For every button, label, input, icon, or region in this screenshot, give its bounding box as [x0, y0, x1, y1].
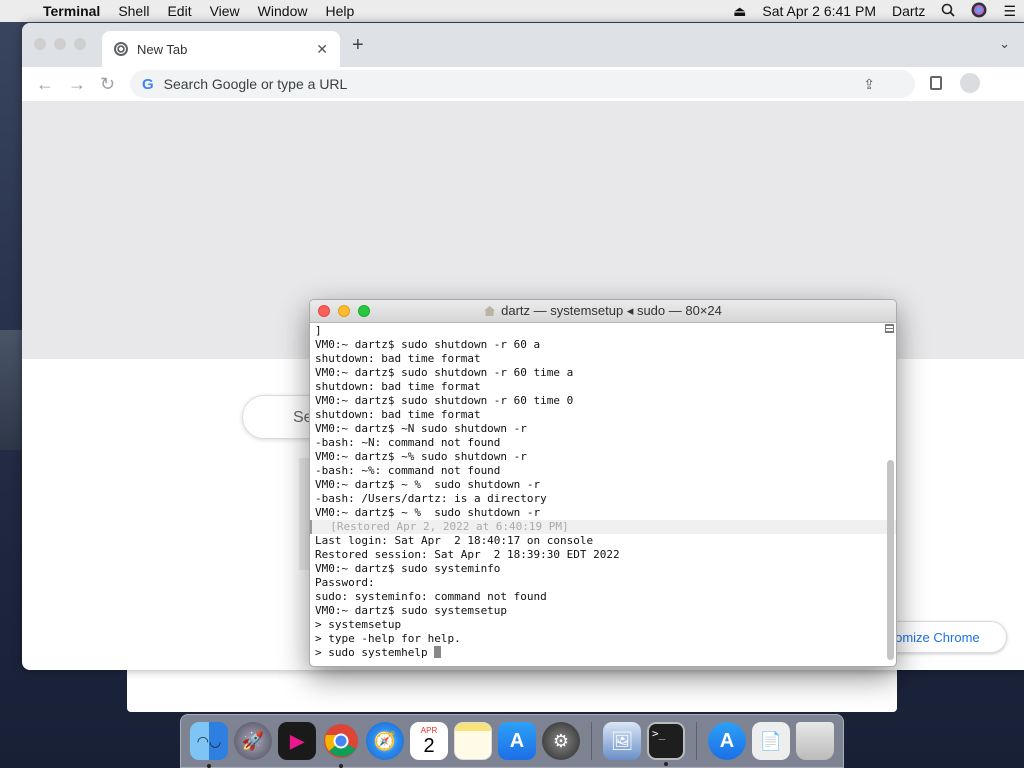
calendar-day: 2	[423, 734, 435, 757]
terminal-scrollbar[interactable]	[887, 460, 894, 660]
menu-clock[interactable]: Sat Apr 2 6:41 PM	[754, 3, 884, 19]
chrome-toolbar: ← → ↻ G Search Google or type a URL ⇪	[22, 67, 1024, 101]
forward-arrow-icon[interactable]: →	[68, 74, 86, 95]
siri-icon[interactable]	[963, 2, 995, 21]
terminal-line: VM0:~ dartz$ sudo shutdown -r 60 time a	[315, 366, 574, 379]
terminal-icon[interactable]: >_	[647, 722, 685, 766]
minimize-window-button[interactable]	[54, 38, 66, 50]
app-store-icon[interactable]: A	[498, 722, 536, 760]
dock-separator	[591, 722, 592, 760]
terminal-current-input: > sudo systemhelp	[315, 646, 435, 659]
preview-icon[interactable]: 🖼	[603, 722, 641, 760]
terminal-line: sudo: systeminfo: command not found	[315, 590, 547, 603]
terminal-line: VM0:~ dartz$ sudo systemsetup	[315, 604, 508, 617]
chrome-icon[interactable]	[322, 722, 360, 768]
terminal-window[interactable]: dartz — systemsetup ◂ sudo — 80×24 ] VM0…	[309, 299, 897, 667]
spotlight-search-icon[interactable]	[933, 3, 963, 20]
terminal-close-button[interactable]	[318, 305, 330, 317]
google-g-icon: G	[142, 75, 154, 93]
chrome-favicon-icon	[114, 42, 128, 56]
text-cursor	[434, 646, 442, 658]
close-tab-icon[interactable]: ✕	[316, 41, 328, 58]
calendar-icon[interactable]: APR 2	[410, 722, 448, 760]
tab-new-tab[interactable]: New Tab ✕	[102, 31, 340, 67]
terminal-window-controls	[318, 305, 370, 317]
background-window-edge	[127, 666, 897, 712]
terminal-line: VM0:~ dartz$ sudo systeminfo	[315, 562, 501, 575]
terminal-line: VM0:~ dartz$ sudo shutdown -r 60 time 0	[315, 394, 574, 407]
terminal-line: ]	[315, 324, 322, 337]
close-window-button[interactable]	[34, 38, 46, 50]
safari-icon[interactable]: 🧭	[366, 722, 404, 760]
terminal-line: VM0:~ dartz$ ~ % sudo shutdown -r	[315, 478, 541, 491]
terminal-line: shutdown: bad time format	[315, 380, 481, 393]
profile-avatar-icon[interactable]	[960, 73, 980, 93]
terminal-line: shutdown: bad time format	[315, 352, 481, 365]
restored-session-marker: [Restored Apr 2, 2022 at 6:40:19 PM]	[310, 520, 896, 534]
menu-view[interactable]: View	[201, 0, 249, 22]
trash-icon[interactable]	[796, 722, 834, 760]
eject-icon[interactable]: ⏏	[725, 3, 754, 20]
desktop-wallpaper-edge	[0, 330, 22, 450]
calendar-month: APR	[420, 725, 438, 735]
side-panel-icon[interactable]	[930, 76, 942, 90]
finder-icon[interactable]: ◠◡	[190, 722, 228, 768]
terminal-line: Last login: Sat Apr 2 18:40:17 on consol…	[315, 534, 594, 547]
terminal-line: Password:	[315, 576, 375, 589]
menu-window[interactable]: Window	[249, 0, 317, 22]
terminal-title-bar[interactable]: dartz — systemsetup ◂ sudo — 80×24	[310, 300, 896, 323]
notes-icon[interactable]	[454, 722, 492, 760]
terminal-output[interactable]: ] VM0:~ dartz$ sudo shutdown -r 60 a shu…	[310, 323, 896, 660]
status-area: ⏏ Sat Apr 2 6:41 PM Dartz ☰	[725, 2, 1024, 21]
app-store-downloads-icon[interactable]: A	[708, 722, 746, 760]
window-controls	[34, 38, 86, 50]
system-preferences-icon[interactable]: ⚙	[542, 722, 580, 760]
terminal-prompt-line: > sudo systemhelp	[315, 646, 896, 660]
terminal-line: -bash: ~%: command not found	[315, 464, 501, 477]
screen-recorder-icon[interactable]: ▶	[278, 722, 316, 760]
menu-app-name[interactable]: Terminal	[34, 0, 109, 22]
share-icon[interactable]: ⇪	[863, 76, 875, 93]
terminal-line: > type -help for help.	[315, 632, 461, 645]
omnibox-placeholder: Search Google or type a URL	[163, 76, 348, 92]
terminal-line: VM0:~ dartz$ sudo shutdown -r 60 a	[315, 338, 541, 351]
zoom-window-button[interactable]	[74, 38, 86, 50]
menu-help[interactable]: Help	[316, 0, 363, 22]
menu-bar: Terminal Shell Edit View Window Help ⏏ S…	[0, 0, 1024, 22]
menu-shell[interactable]: Shell	[109, 0, 158, 22]
dock: ◠◡ 🚀 ▶ 🧭 APR 2 A ⚙ 🖼 >_ A 📄	[180, 714, 844, 768]
terminal-line: VM0:~ dartz$ ~ % sudo shutdown -r	[315, 506, 541, 519]
terminal-line: -bash: /Users/dartz: is a directory	[315, 492, 547, 505]
terminal-minimize-button[interactable]	[338, 305, 350, 317]
new-tab-plus-icon[interactable]: +	[352, 34, 364, 57]
terminal-line: VM0:~ dartz$ ~N sudo shutdown -r	[315, 422, 527, 435]
terminal-icon-prompt: >_	[652, 727, 666, 740]
documents-stack-icon[interactable]: 📄	[752, 722, 790, 760]
omnibox[interactable]: G Search Google or type a URL ⇪	[130, 70, 915, 98]
control-center-icon[interactable]: ☰	[995, 3, 1024, 20]
terminal-title: dartz — systemsetup ◂ sudo — 80×24	[501, 303, 722, 318]
tab-strip: New Tab ✕ + ⌄	[22, 23, 1024, 67]
terminal-zoom-button[interactable]	[358, 305, 370, 317]
terminal-line: shutdown: bad time format	[315, 408, 481, 421]
menu-edit[interactable]: Edit	[158, 0, 200, 22]
terminal-line: Restored session: Sat Apr 2 18:39:30 EDT…	[315, 548, 620, 561]
menu-user[interactable]: Dartz	[884, 3, 933, 19]
home-folder-icon	[484, 306, 496, 316]
terminal-line: > systemsetup	[315, 618, 402, 631]
launchpad-icon[interactable]: 🚀	[234, 722, 272, 760]
terminal-line: VM0:~ dartz$ ~% sudo shutdown -r	[315, 450, 527, 463]
split-pane-icon[interactable]	[885, 324, 894, 333]
reload-icon[interactable]: ↻	[100, 74, 118, 95]
terminal-line: -bash: ~N: command not found	[315, 436, 501, 449]
dock-separator	[696, 722, 697, 760]
back-arrow-icon[interactable]: ←	[36, 74, 54, 95]
tab-title: New Tab	[137, 41, 188, 57]
tab-search-chevron-icon[interactable]: ⌄	[999, 36, 1010, 52]
